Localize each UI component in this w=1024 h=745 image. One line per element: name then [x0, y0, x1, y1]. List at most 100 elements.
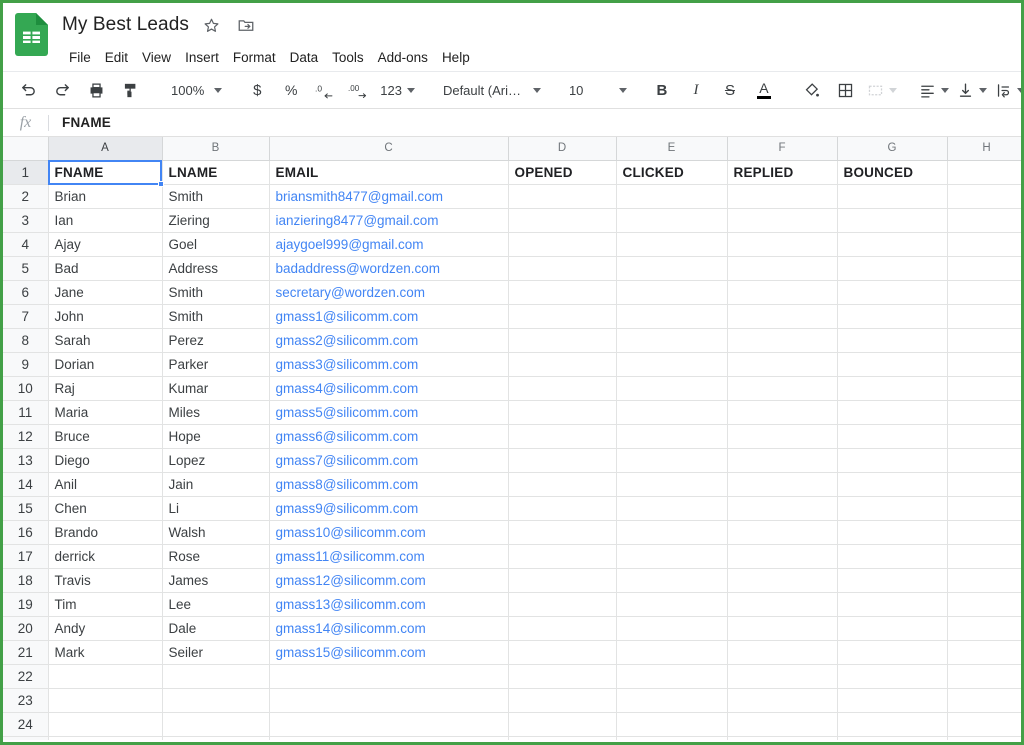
cell-C14[interactable]: gmass8@silicomm.com — [269, 472, 508, 496]
cell-G8[interactable] — [837, 328, 947, 352]
cell-A14[interactable]: Anil — [48, 472, 162, 496]
cell-H10[interactable] — [947, 376, 1021, 400]
star-icon[interactable] — [201, 14, 223, 36]
cell-G12[interactable] — [837, 424, 947, 448]
bold-button[interactable]: B — [648, 76, 676, 104]
cell-F11[interactable] — [727, 400, 837, 424]
cell-G15[interactable] — [837, 496, 947, 520]
cell-B4[interactable]: Goel — [162, 232, 269, 256]
increase-decimal-button[interactable]: .00 — [345, 76, 373, 104]
cell-C22[interactable] — [269, 664, 508, 688]
cell-E9[interactable] — [616, 352, 727, 376]
cell-A21[interactable]: Mark — [48, 640, 162, 664]
cell-E19[interactable] — [616, 592, 727, 616]
cell-E23[interactable] — [616, 688, 727, 712]
row-header-4[interactable]: 4 — [3, 232, 48, 256]
row-header-18[interactable]: 18 — [3, 568, 48, 592]
cell-E7[interactable] — [616, 304, 727, 328]
column-header-a[interactable]: A — [48, 137, 162, 160]
row-header-12[interactable]: 12 — [3, 424, 48, 448]
cell-F24[interactable] — [727, 712, 837, 736]
cell-D19[interactable] — [508, 592, 616, 616]
column-header-f[interactable]: F — [727, 137, 837, 160]
cell-E22[interactable] — [616, 664, 727, 688]
cell-E10[interactable] — [616, 376, 727, 400]
cell-E14[interactable] — [616, 472, 727, 496]
column-header-c[interactable]: C — [269, 137, 508, 160]
cell-B6[interactable]: Smith — [162, 280, 269, 304]
cell-B22[interactable] — [162, 664, 269, 688]
cell-D21[interactable] — [508, 640, 616, 664]
cell-A11[interactable]: Maria — [48, 400, 162, 424]
cell-D10[interactable] — [508, 376, 616, 400]
column-header-e[interactable]: E — [616, 137, 727, 160]
cell-C16[interactable]: gmass10@silicomm.com — [269, 520, 508, 544]
cell-F19[interactable] — [727, 592, 837, 616]
menu-item-edit[interactable]: Edit — [98, 47, 135, 68]
cell-C21[interactable]: gmass15@silicomm.com — [269, 640, 508, 664]
cell-A6[interactable]: Jane — [48, 280, 162, 304]
cell-H13[interactable] — [947, 448, 1021, 472]
cell-B23[interactable] — [162, 688, 269, 712]
print-icon[interactable] — [82, 76, 110, 104]
menu-item-insert[interactable]: Insert — [178, 47, 226, 68]
cell-D15[interactable] — [508, 496, 616, 520]
cell-B10[interactable]: Kumar — [162, 376, 269, 400]
cell-B15[interactable]: Li — [162, 496, 269, 520]
cell-C5[interactable]: badaddress@wordzen.com — [269, 256, 508, 280]
row-header-3[interactable]: 3 — [3, 208, 48, 232]
cell-A5[interactable]: Bad — [48, 256, 162, 280]
cell-E4[interactable] — [616, 232, 727, 256]
cell-H11[interactable] — [947, 400, 1021, 424]
cell-B9[interactable]: Parker — [162, 352, 269, 376]
row-header-11[interactable]: 11 — [3, 400, 48, 424]
cell-F5[interactable] — [727, 256, 837, 280]
row-header-25[interactable]: 25 — [3, 736, 48, 740]
cell-C7[interactable]: gmass1@silicomm.com — [269, 304, 508, 328]
cell-B2[interactable]: Smith — [162, 184, 269, 208]
fill-color-icon[interactable] — [798, 76, 826, 104]
cell-A18[interactable]: Travis — [48, 568, 162, 592]
cell-F1[interactable]: REPLIED — [727, 160, 837, 184]
column-header-b[interactable]: B — [162, 137, 269, 160]
cell-A10[interactable]: Raj — [48, 376, 162, 400]
cell-H21[interactable] — [947, 640, 1021, 664]
cell-C6[interactable]: secretary@wordzen.com — [269, 280, 508, 304]
cell-G13[interactable] — [837, 448, 947, 472]
cell-B24[interactable] — [162, 712, 269, 736]
cell-H5[interactable] — [947, 256, 1021, 280]
cell-H16[interactable] — [947, 520, 1021, 544]
cell-D12[interactable] — [508, 424, 616, 448]
cell-H14[interactable] — [947, 472, 1021, 496]
cell-C8[interactable]: gmass2@silicomm.com — [269, 328, 508, 352]
cell-D23[interactable] — [508, 688, 616, 712]
cell-H8[interactable] — [947, 328, 1021, 352]
cell-H4[interactable] — [947, 232, 1021, 256]
cell-G21[interactable] — [837, 640, 947, 664]
percent-format-button[interactable]: % — [277, 76, 305, 104]
cell-E5[interactable] — [616, 256, 727, 280]
cell-C2[interactable]: briansmith8477@gmail.com — [269, 184, 508, 208]
number-format-selector[interactable]: 123 — [376, 76, 419, 104]
row-header-2[interactable]: 2 — [3, 184, 48, 208]
cell-C24[interactable] — [269, 712, 508, 736]
row-header-10[interactable]: 10 — [3, 376, 48, 400]
row-header-22[interactable]: 22 — [3, 664, 48, 688]
cell-F14[interactable] — [727, 472, 837, 496]
cell-G2[interactable] — [837, 184, 947, 208]
cell-B20[interactable]: Dale — [162, 616, 269, 640]
cell-G5[interactable] — [837, 256, 947, 280]
borders-icon[interactable] — [832, 76, 860, 104]
font-size-selector[interactable]: 10 — [559, 76, 631, 104]
row-header-5[interactable]: 5 — [3, 256, 48, 280]
cell-H18[interactable] — [947, 568, 1021, 592]
cell-H9[interactable] — [947, 352, 1021, 376]
cell-F15[interactable] — [727, 496, 837, 520]
cell-A19[interactable]: Tim — [48, 592, 162, 616]
menu-item-format[interactable]: Format — [226, 47, 283, 68]
menu-item-file[interactable]: File — [62, 47, 98, 68]
cell-G18[interactable] — [837, 568, 947, 592]
cell-H15[interactable] — [947, 496, 1021, 520]
menu-item-add-ons[interactable]: Add-ons — [371, 47, 435, 68]
cell-H3[interactable] — [947, 208, 1021, 232]
